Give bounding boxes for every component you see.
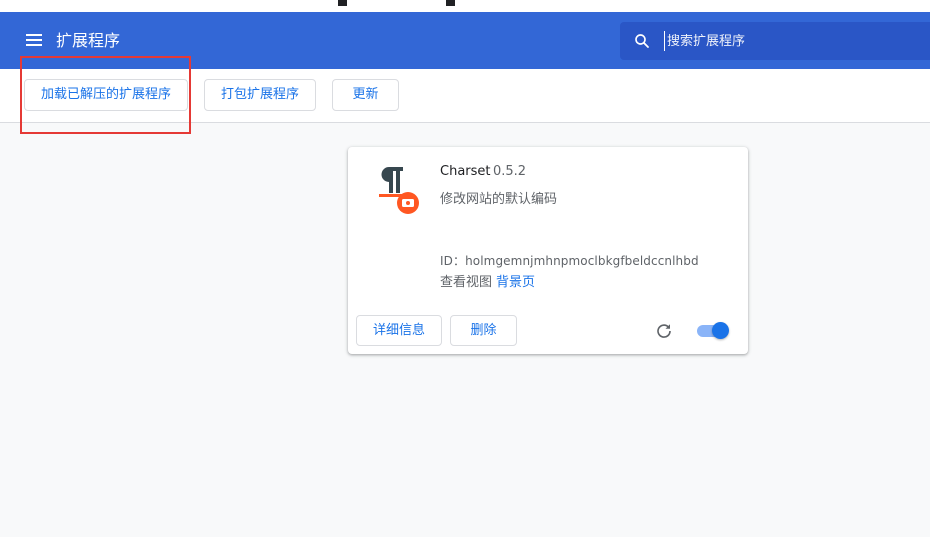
inspect-views-row: 查看视图 背景页 bbox=[440, 271, 535, 290]
background-page-link[interactable]: 背景页 bbox=[496, 275, 535, 290]
extension-description: 修改网站的默认编码 bbox=[440, 192, 558, 207]
developer-toolbar: 加载已解压的扩展程序 打包扩展程序 更新 bbox=[0, 69, 930, 123]
load-unpacked-button[interactable]: 加载已解压的扩展程序 bbox=[24, 79, 188, 111]
extension-id: ID：holmgemnjmhnpmoclbkgfbeldccnlhbd bbox=[440, 254, 699, 268]
search-box[interactable] bbox=[620, 22, 930, 60]
search-input[interactable] bbox=[664, 31, 917, 51]
reload-icon[interactable] bbox=[655, 322, 673, 340]
inspect-views-label: 查看视图 bbox=[440, 275, 493, 290]
extension-card: Charset 0.5.2 修改网站的默认编码 ID：holmgemnjmhnp… bbox=[348, 147, 748, 354]
details-button[interactable]: 详细信息 bbox=[356, 315, 442, 346]
browser-tabstrip bbox=[0, 0, 930, 12]
charset-pilcrow-icon bbox=[379, 167, 419, 214]
page-title: 扩展程序 bbox=[56, 31, 121, 50]
pack-extension-button[interactable]: 打包扩展程序 bbox=[204, 79, 316, 111]
update-button[interactable]: 更新 bbox=[332, 79, 399, 111]
hamburger-menu-icon[interactable] bbox=[26, 34, 42, 46]
extensions-header: 扩展程序 bbox=[0, 12, 930, 69]
tab-icon bbox=[446, 0, 455, 6]
extension-version: 0.5.2 bbox=[493, 164, 527, 179]
remove-button[interactable]: 删除 bbox=[450, 315, 517, 346]
search-icon bbox=[635, 34, 649, 48]
enable-toggle[interactable] bbox=[697, 322, 729, 339]
extension-name: Charset bbox=[440, 164, 491, 179]
tab-icon bbox=[338, 0, 347, 6]
toggle-knob bbox=[712, 322, 729, 339]
